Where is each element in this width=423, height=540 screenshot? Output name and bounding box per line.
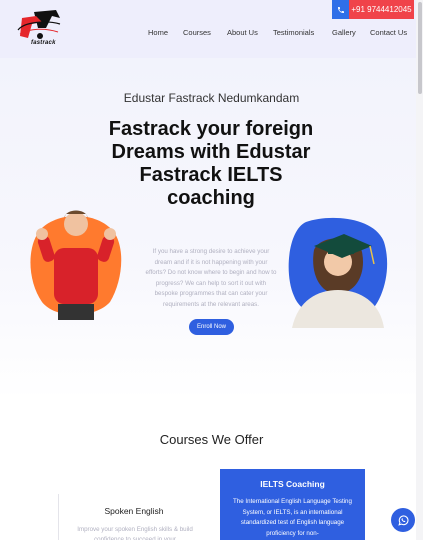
nav-courses[interactable]: Courses bbox=[183, 28, 211, 37]
hero-description: If you have a strong desire to achieve y… bbox=[145, 248, 277, 308]
whatsapp-icon bbox=[397, 515, 408, 526]
course-card-title: Spoken English bbox=[104, 506, 164, 516]
nav-home[interactable]: Home bbox=[148, 28, 168, 37]
site-header: fastrack +91 9744412045 Home Courses Abo… bbox=[0, 0, 416, 58]
scrollbar-thumb[interactable] bbox=[418, 2, 422, 94]
nav-about-us[interactable]: About Us bbox=[227, 28, 258, 37]
course-card-description: Improve your spoken English skills & bui… bbox=[77, 526, 193, 540]
nav-gallery[interactable]: Gallery bbox=[332, 28, 356, 37]
phone-button[interactable]: +91 9744412045 bbox=[332, 0, 414, 19]
nav-testimonials[interactable]: Testimonials bbox=[273, 28, 314, 37]
course-card-ielts-coaching[interactable]: IELTS Coaching The International English… bbox=[220, 469, 365, 540]
phone-number: +91 9744412045 bbox=[349, 0, 414, 19]
hero-kicker: Edustar Fastrack Nedumkandam bbox=[123, 91, 300, 105]
hero-man-image bbox=[30, 210, 122, 320]
scrollbar-track[interactable] bbox=[416, 0, 423, 540]
courses-section-title: Courses We Offer bbox=[159, 432, 264, 447]
hero-woman-image bbox=[288, 217, 388, 328]
main-nav: Home Courses About Us Testimonials Galle… bbox=[0, 28, 416, 40]
course-card-spoken-english[interactable]: Spoken English Improve your spoken Engli… bbox=[58, 494, 208, 540]
logo-text: fastrack bbox=[31, 40, 56, 46]
nav-contact-us[interactable]: Contact Us bbox=[370, 28, 407, 37]
enroll-now-button[interactable]: Enroll Now bbox=[189, 319, 234, 335]
phone-icon bbox=[332, 0, 349, 19]
course-card-title: IELTS Coaching bbox=[260, 479, 325, 489]
course-card-description: The International English Language Testi… bbox=[233, 498, 352, 537]
hero-title: Fastrack your foreign Dreams with Edusta… bbox=[108, 118, 314, 209]
whatsapp-button[interactable] bbox=[391, 508, 415, 532]
